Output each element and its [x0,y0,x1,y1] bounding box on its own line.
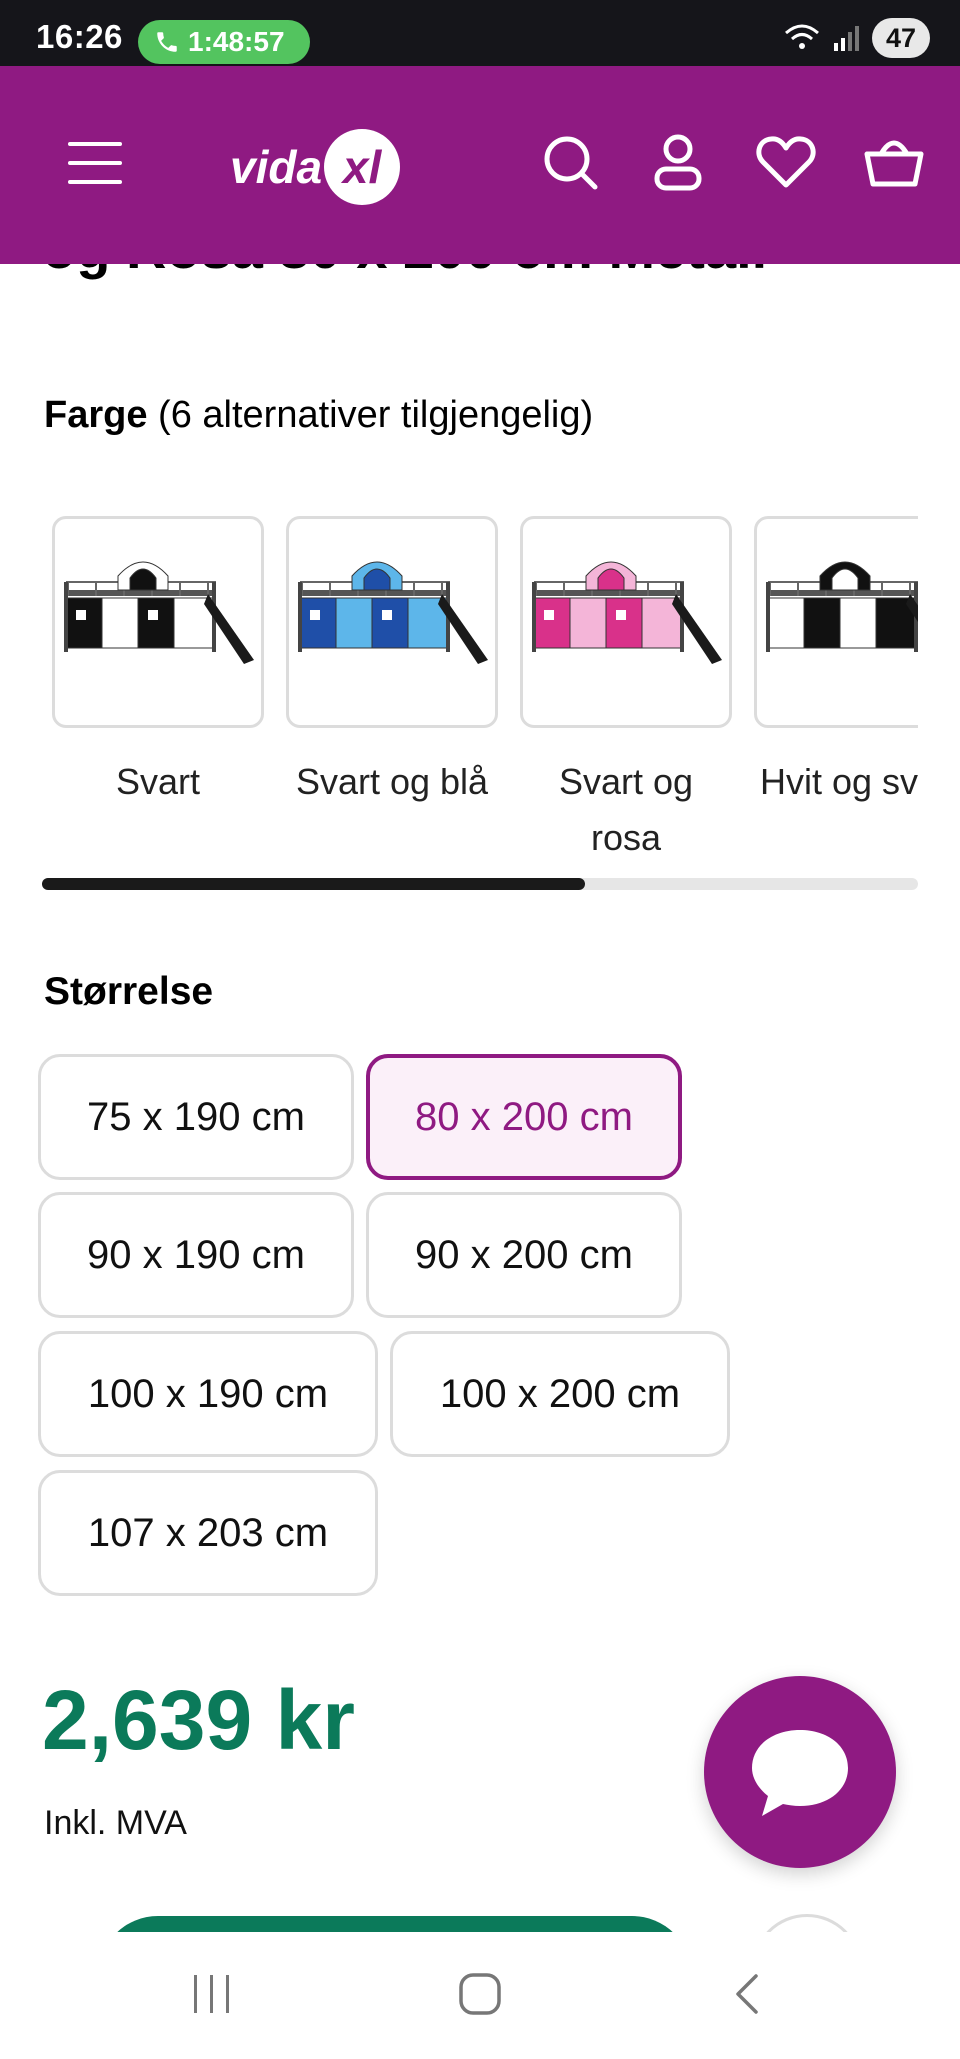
vat-note: Inkl. MVA [44,1804,187,1842]
color-swatch-strip[interactable]: Svart Svart og blå Svart og rosa Hvit og… [42,510,918,860]
product-title: og Rosa 80 x 200 cm Metall [42,264,767,281]
cart-icon[interactable] [862,128,926,196]
title-clip: og Rosa 80 x 200 cm Metall [0,264,960,304]
swatch-scrollbar[interactable] [42,878,918,890]
signal-icon [834,26,859,51]
color-swatch-3[interactable]: Hvit og svart [754,516,918,810]
swatch-label: Svart og rosa [558,761,694,858]
price: 2,639 kr [42,1673,355,1767]
logo-badge: xl [324,129,401,205]
color-heading: Farge (6 alternativer tilgjengelig) [44,394,593,437]
logo-text: vida [230,141,323,193]
vidaxl-logo[interactable]: vida xl [230,122,401,212]
swatch-label: Hvit og svart [759,761,918,802]
back-icon[interactable] [708,1964,788,2024]
chat-button[interactable] [704,1676,896,1868]
color-count: (6 alternativer tilgjengelig) [158,394,594,436]
swatch-image[interactable] [520,516,732,728]
battery-indicator: 47 [872,18,930,58]
status-icons: 47 [782,18,930,58]
system-nav-bar [0,1932,960,2059]
color-swatch-0[interactable]: Svart [52,516,264,810]
size-heading: Størrelse [44,970,214,1013]
scrollbar-thumb[interactable] [42,878,586,890]
chat-bubble-icon [752,1730,848,1816]
status-bar: 16:26 1:48:57 47 [0,0,960,66]
heart-icon[interactable] [754,128,818,196]
home-icon[interactable] [440,1964,520,2024]
size-option-100x200[interactable]: 100 x 200 cm [390,1331,730,1457]
wifi-icon [785,24,819,49]
size-option-75x190[interactable]: 75 x 190 cm [38,1054,354,1180]
recent-apps-icon[interactable] [172,1964,252,2024]
call-timer: 1:48:57 [188,26,285,57]
header-actions [538,128,926,196]
swatch-label: Svart [115,761,201,802]
size-option-90x190[interactable]: 90 x 190 cm [38,1192,354,1318]
swatch-image[interactable] [52,516,264,728]
menu-icon[interactable] [68,142,122,186]
color-swatch-1[interactable]: Svart og blå [286,516,498,810]
account-icon[interactable] [646,128,710,196]
swatch-label: Svart og blå [295,761,489,802]
swatch-image[interactable] [286,516,498,728]
size-option-80x200-selected[interactable]: 80 x 200 cm [366,1054,682,1180]
app-header: vida xl [0,66,960,264]
size-option-100x190[interactable]: 100 x 190 cm [38,1331,378,1457]
color-label: Farge [44,394,148,436]
call-indicator[interactable]: 1:48:57 [138,20,310,64]
status-time: 16:26 [36,18,123,55]
size-option-90x200[interactable]: 90 x 200 cm [366,1192,682,1318]
swatch-image[interactable] [754,516,918,728]
color-swatch-2[interactable]: Svart og rosa [520,516,732,860]
phone-icon [157,32,177,52]
search-icon[interactable] [538,128,602,196]
size-option-107x203[interactable]: 107 x 203 cm [38,1470,378,1596]
